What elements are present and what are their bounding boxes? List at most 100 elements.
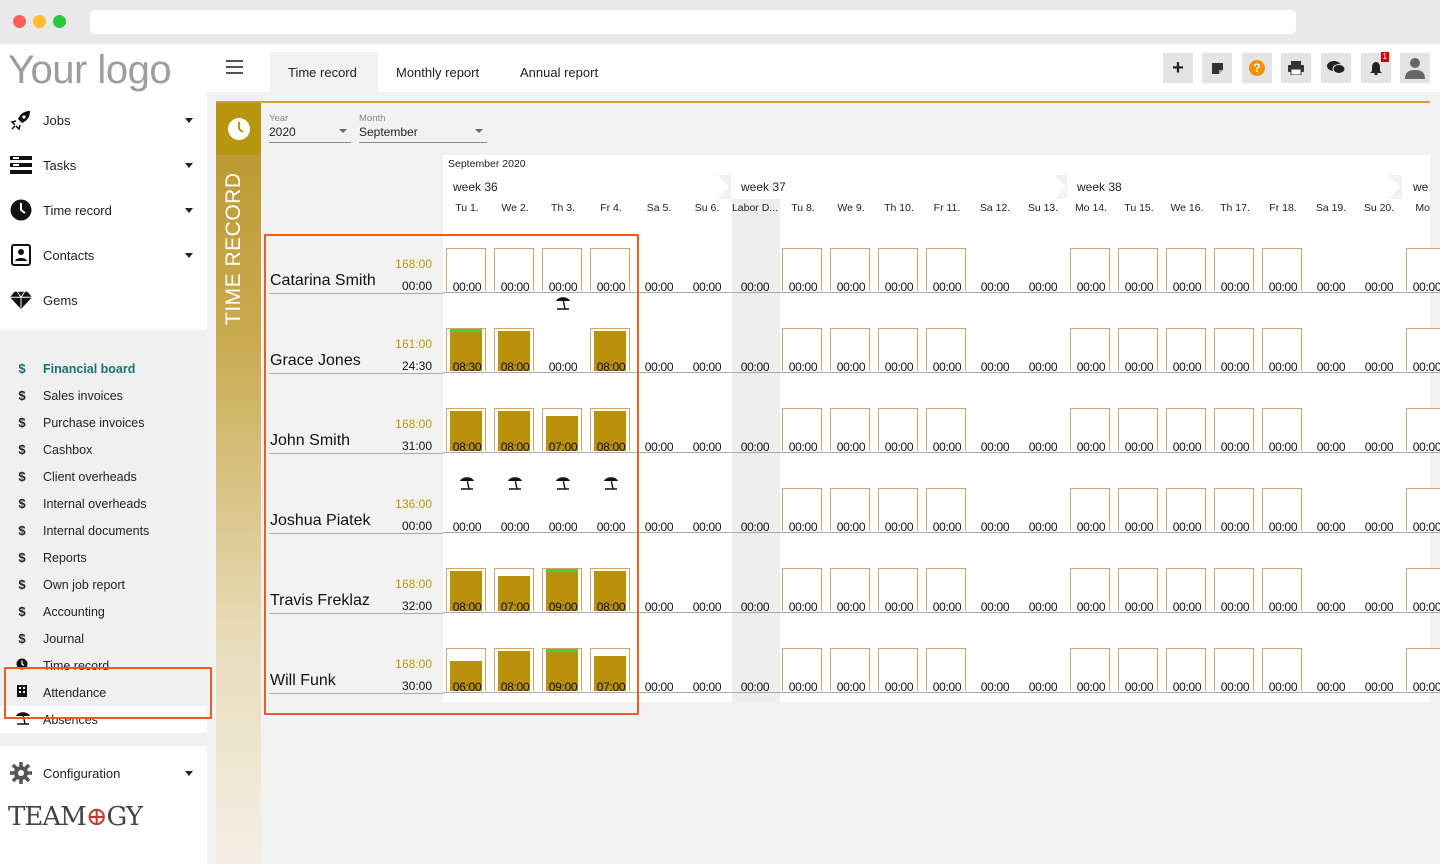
sidebar-item-label: Configuration (43, 765, 121, 781)
gold-divider (216, 101, 1430, 103)
week-arrow (1388, 175, 1400, 199)
highlight-menu-rectangle (4, 667, 212, 719)
cell-baseline (1307, 372, 1355, 373)
day-header: Tu 1. (455, 202, 479, 214)
chat-icon[interactable] (1321, 53, 1351, 83)
highlight-week-rectangle (264, 234, 639, 715)
cell-baseline (731, 612, 779, 613)
sidebar-item-tasks[interactable]: Tasks (0, 145, 207, 185)
bell-icon[interactable]: 1 (1361, 52, 1391, 83)
day-header: Su 13. (1027, 202, 1059, 214)
cell-baseline (1211, 452, 1259, 453)
note-icon[interactable] (1202, 53, 1232, 83)
cell-baseline (1115, 532, 1163, 533)
cell-baseline (971, 292, 1019, 293)
cell-baseline (635, 292, 683, 293)
cell-baseline (1211, 372, 1259, 373)
browser-chrome (0, 0, 1440, 44)
cell-baseline (1307, 532, 1355, 533)
chevron-down-icon[interactable] (185, 118, 193, 123)
help-icon[interactable]: ? (1242, 53, 1272, 83)
sidebar-item-configuration[interactable]: Configuration (0, 753, 207, 793)
cell-baseline (827, 692, 875, 693)
cell-baseline (1259, 292, 1307, 293)
cell-baseline (1355, 292, 1403, 293)
cell-baseline (1067, 612, 1115, 613)
chevron-down-icon[interactable] (185, 208, 193, 213)
cell-baseline (1211, 292, 1259, 293)
cell-baseline (1019, 292, 1067, 293)
sidebar-item-label: Time record (43, 202, 112, 218)
month-label: Month (359, 113, 386, 124)
cell-baseline (731, 372, 779, 373)
week-header: we (1402, 175, 1430, 199)
day-header: Su 6. (694, 202, 720, 214)
day-header: Th 17. (1220, 202, 1250, 214)
print-icon[interactable] (1281, 53, 1311, 83)
cell-baseline (923, 452, 971, 453)
cell-baseline (779, 292, 827, 293)
cell-baseline (1259, 372, 1307, 373)
tab-time-record[interactable]: Time record (270, 52, 378, 92)
tasks-icon (10, 154, 32, 176)
sidebar-item-time-record[interactable]: Time record (0, 190, 207, 230)
cell-baseline (731, 532, 779, 533)
day-header: Mo 2 (1415, 202, 1430, 214)
cell-baseline (923, 532, 971, 533)
cell-baseline (875, 372, 923, 373)
chevron-down-icon[interactable] (185, 163, 193, 168)
maximize-window-icon[interactable] (53, 15, 66, 28)
cell-baseline (971, 372, 1019, 373)
day-header: Tu 15. (1124, 202, 1154, 214)
top-bar: Time record Monthly report Annual report… (207, 44, 1440, 92)
employee-row: Grace Jones 161:00 24:30 08:30 08:00 00:00 08:… (0, 297, 1440, 394)
cell-baseline (1019, 452, 1067, 453)
cell-baseline (923, 292, 971, 293)
cell-baseline (1019, 532, 1067, 533)
cell-baseline (1355, 532, 1403, 533)
clock-icon (10, 199, 32, 221)
tab-annual-report[interactable]: Annual report (502, 52, 616, 92)
sidebar-item-label: Jobs (43, 112, 71, 128)
cell-baseline (1307, 452, 1355, 453)
cell-baseline (1259, 532, 1307, 533)
cell-baseline (683, 372, 731, 373)
cell-baseline (875, 532, 923, 533)
minimize-window-icon[interactable] (33, 15, 46, 28)
close-window-icon[interactable] (13, 15, 26, 28)
cell-baseline (779, 692, 827, 693)
cell-baseline (683, 452, 731, 453)
teamogy-logo: TEAM⊕GY (8, 802, 143, 832)
cell-baseline (779, 452, 827, 453)
cell-baseline (1067, 452, 1115, 453)
cell-baseline (635, 452, 683, 453)
cell-baseline (635, 612, 683, 613)
chevron-down-icon[interactable] (185, 771, 193, 776)
sidebar-item-jobs[interactable]: Jobs (0, 100, 207, 140)
user-icon[interactable] (1400, 53, 1430, 83)
employee-row: John Smith 168:00 31:00 08:00 08:00 07:00 08:0… (0, 394, 1440, 474)
address-bar[interactable] (90, 10, 1296, 34)
cell-baseline (779, 532, 827, 533)
cell-baseline (923, 692, 971, 693)
cell-baseline (1067, 372, 1115, 373)
day-header: Th 10. (884, 202, 914, 214)
gear-icon (10, 762, 32, 784)
cell-baseline (1307, 612, 1355, 613)
cell-baseline (1403, 692, 1440, 693)
cell-baseline (1163, 372, 1211, 373)
cell-baseline (1355, 692, 1403, 693)
logo: Your logo (8, 48, 172, 92)
cell-baseline (1403, 612, 1440, 613)
plus-icon[interactable]: + (1163, 53, 1193, 83)
cell-baseline (683, 692, 731, 693)
hamburger-menu-icon[interactable] (226, 60, 243, 78)
cell-baseline (1211, 692, 1259, 693)
month-header: September 2020 (443, 155, 1430, 175)
year-select[interactable]: Year 2020 (269, 113, 351, 143)
cell-baseline (1115, 692, 1163, 693)
tab-monthly-report[interactable]: Monthly report (378, 52, 497, 92)
month-select[interactable]: Month September (359, 113, 487, 143)
cell-baseline (1403, 372, 1440, 373)
day-header: Sa 12. (979, 202, 1011, 214)
